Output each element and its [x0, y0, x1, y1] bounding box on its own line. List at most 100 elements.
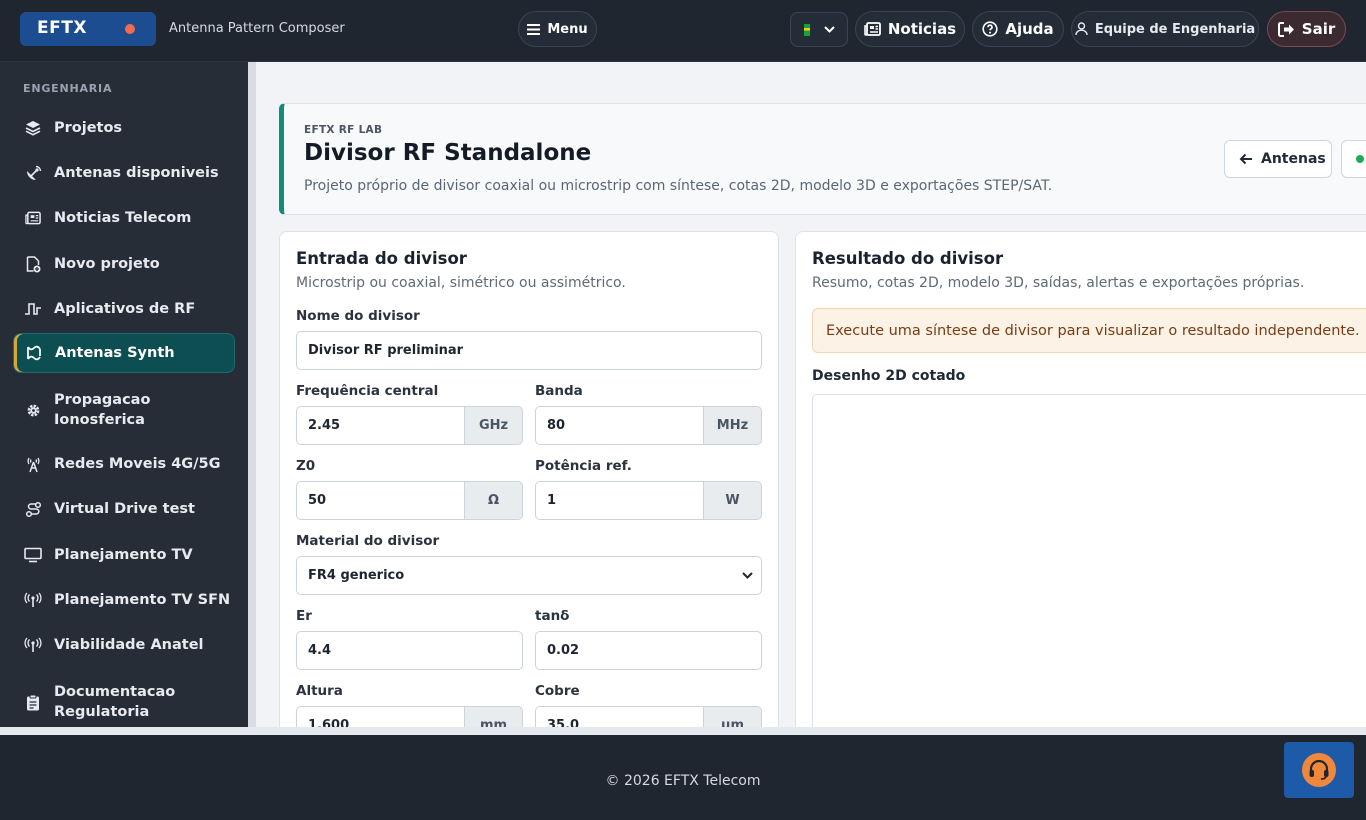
sidebar-item-planejamento-tv[interactable]: Planejamento TV	[13, 540, 235, 570]
sidebar-item-redes-moveis[interactable]: Redes Moveis 4G/5G	[13, 449, 235, 479]
brand-logo[interactable]: EFTX	[20, 12, 156, 46]
er-input[interactable]: 4.4	[296, 631, 523, 670]
news-button[interactable]: Noticias	[855, 11, 965, 47]
band-label: Banda	[535, 383, 583, 399]
logout-label: Sair	[1301, 20, 1336, 38]
sidebar-item-label: Planejamento TV SFN	[54, 592, 231, 608]
footer-divider	[0, 727, 1366, 735]
menu-label: Menu	[547, 21, 588, 37]
team-button[interactable]: Equipe de Engenharia	[1071, 11, 1259, 47]
er-label: Er	[296, 608, 312, 624]
help-button[interactable]: Ajuda	[972, 11, 1064, 47]
back-label: Antenas	[1261, 151, 1326, 167]
route-icon	[24, 500, 42, 518]
page-header-panel: EFTX RF LAB Divisor RF Standalone Projet…	[279, 103, 1366, 215]
broadcast-icon	[24, 591, 42, 609]
material-select[interactable]: FR4 generico	[296, 556, 762, 595]
power-input[interactable]: 1	[535, 481, 704, 520]
back-to-antennas-button[interactable]: Antenas	[1224, 140, 1332, 178]
sidebar-item-virtual-drive-test[interactable]: Virtual Drive test	[13, 494, 235, 524]
team-label: Equipe de Engenharia	[1094, 21, 1256, 37]
result-card-title: Resultado do divisor	[812, 249, 1004, 268]
divider-name-label: Nome do divisor	[296, 308, 420, 324]
sidebar-item-antenas-disponiveis[interactable]: Antenas disponiveis	[13, 158, 235, 188]
sidebar-item-documentacao-regulatoria[interactable]: Documentacao Regulatoria	[13, 681, 235, 723]
frequency-unit: GHz	[465, 406, 523, 445]
gear-icon	[24, 401, 42, 419]
z0-unit: Ω	[465, 481, 523, 520]
sidebar-item-planejamento-tv-sfn[interactable]: Planejamento TV SFN	[13, 585, 235, 615]
brand-text: EFTX	[37, 18, 87, 38]
synthesis-alert: Execute uma síntese de divisor para visu…	[812, 308, 1366, 353]
status-dot-icon	[1356, 155, 1364, 163]
frequency-input[interactable]: 2.45	[296, 406, 465, 445]
logout-button[interactable]: Sair	[1267, 11, 1346, 47]
result-card-subtitle: Resumo, cotas 2D, modelo 3D, saídas, ale…	[812, 275, 1305, 291]
height-input[interactable]: 1.600	[296, 706, 465, 727]
copper-label: Cobre	[535, 683, 580, 699]
sidebar: ENGENHARIA Projetos Antenas disponiveis …	[0, 62, 248, 727]
frequency-label: Frequência central	[296, 383, 439, 399]
sidebar-item-label: Viabilidade Anatel	[54, 637, 204, 653]
sidebar-item-projetos[interactable]: Projetos	[13, 113, 235, 143]
logout-icon	[1277, 21, 1294, 37]
chevron-down-icon	[824, 26, 835, 33]
sidebar-item-antenas-synth[interactable]: Antenas Synth	[13, 333, 235, 373]
page-subtitle: Projeto próprio de divisor coaxial ou mi…	[304, 178, 1053, 194]
input-card-subtitle: Microstrip ou coaxial, simétrico ou assi…	[296, 275, 626, 291]
app-name: Antenna Pattern Composer	[169, 21, 345, 36]
z0-label: Z0	[296, 458, 316, 474]
divider-name-input[interactable]: Divisor RF preliminar	[296, 331, 762, 370]
support-chat-button[interactable]	[1284, 742, 1354, 798]
tand-label: tanδ	[535, 608, 570, 624]
frequency-field: 2.45 GHz	[296, 406, 523, 445]
arrow-left-icon	[1239, 153, 1252, 165]
sidebar-item-label: Antenas Synth	[55, 345, 175, 361]
sidebar-item-label: Noticias Telecom	[54, 210, 192, 226]
satellite-dish-icon	[24, 164, 42, 182]
drawing-2d-canvas[interactable]	[812, 394, 1366, 727]
copper-input[interactable]: 35.0	[535, 706, 704, 727]
sidebar-item-label: Redes Moveis 4G/5G	[54, 456, 221, 472]
copyright-text: © 2026 EFTX Telecom	[605, 773, 761, 789]
sidebar-item-noticias-telecom[interactable]: Noticias Telecom	[13, 203, 235, 233]
power-label: Potência ref.	[535, 458, 632, 474]
monitor-icon	[24, 546, 42, 564]
sidebar-item-label: Documentacao Regulatoria	[54, 684, 176, 720]
sidebar-divider	[248, 62, 256, 727]
band-unit: MHz	[704, 406, 762, 445]
power-field: 1 W	[535, 481, 762, 520]
divider-input-card: Entrada do divisor Microstrip ou coaxial…	[279, 231, 779, 727]
sidebar-item-novo-projeto[interactable]: Novo projeto	[13, 249, 235, 279]
height-label: Altura	[296, 683, 343, 699]
sidebar-item-propagacao-ionosferica[interactable]: Propagacao Ionosferica	[13, 389, 235, 431]
tand-input[interactable]: 0.02	[535, 631, 762, 670]
main-content: EFTX RF LAB Divisor RF Standalone Projet…	[256, 62, 1366, 727]
divider-result-card: Resultado do divisor Resumo, cotas 2D, m…	[795, 231, 1366, 727]
clipboard-icon	[24, 693, 42, 711]
sidebar-item-label: Planejamento TV	[54, 547, 193, 563]
sidebar-item-label: Antenas disponiveis	[54, 165, 219, 181]
file-plus-icon	[24, 255, 42, 273]
page-title: Divisor RF Standalone	[304, 140, 592, 166]
pulse-icon	[24, 300, 42, 318]
sidebar-item-viabilidade-anatel[interactable]: Viabilidade Anatel	[13, 630, 235, 660]
hamburger-icon	[527, 23, 541, 35]
z0-input[interactable]: 50	[296, 481, 465, 520]
newspaper-icon	[864, 22, 881, 36]
language-select[interactable]	[790, 12, 848, 47]
newspaper-icon	[24, 209, 42, 227]
menu-button[interactable]: Menu	[518, 11, 597, 47]
sidebar-item-aplicativos-rf[interactable]: Aplicativos de RF	[13, 294, 235, 324]
status-button[interactable]	[1341, 140, 1366, 178]
user-icon	[1075, 22, 1088, 36]
power-unit: W	[704, 481, 762, 520]
band-input[interactable]: 80	[535, 406, 704, 445]
height-unit: mm	[465, 706, 523, 727]
drawing-title: Desenho 2D cotado	[812, 368, 966, 384]
footer: © 2026 EFTX Telecom	[0, 735, 1366, 820]
chevron-down-icon	[742, 572, 753, 579]
news-label: Noticias	[887, 20, 957, 38]
sidebar-section-title: ENGENHARIA	[23, 82, 113, 95]
page-eyebrow: EFTX RF LAB	[304, 124, 383, 136]
